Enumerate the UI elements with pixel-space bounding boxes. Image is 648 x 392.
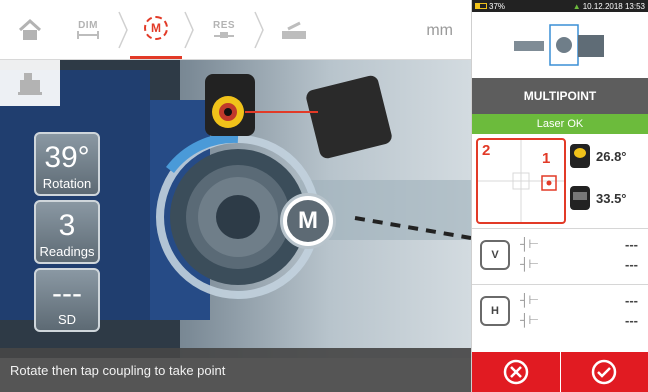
horizontal-offset-value: --- — [625, 313, 638, 328]
machine-scene: 39° Rotation 3 Readings --- SD M — [0, 60, 471, 358]
laser-status-badge: Laser OK — [472, 114, 648, 134]
battery-percent: 37% — [489, 1, 506, 11]
cancel-icon — [503, 359, 528, 385]
sensor-1-label: 1 — [542, 150, 551, 167]
machine-train-thumbnail-icon — [514, 24, 604, 66]
action-buttons — [472, 352, 648, 392]
sensor-2-reading: 33.5° — [570, 186, 627, 210]
home-icon — [18, 18, 42, 40]
cancel-button[interactable] — [472, 352, 561, 392]
step-toolbar: DIM M RES mm — [0, 0, 471, 60]
horizontal-angularity-value: --- — [625, 293, 638, 308]
home-button[interactable] — [0, 0, 60, 59]
laser-target[interactable]: 2 1 — [476, 138, 566, 224]
sensor-1-icon — [570, 144, 590, 168]
machine-thumbnail[interactable] — [472, 12, 648, 78]
vertical-results-row: V ┤⊢ ┤⊢ --- --- — [472, 228, 648, 284]
datetime: ▲ 10.12.2018 13:53 — [573, 2, 645, 11]
angularity-icon: ┤⊢ — [520, 237, 539, 251]
battery-indicator: 37% — [475, 2, 505, 11]
machine-train-button[interactable] — [0, 60, 60, 106]
sd-readout: --- SD — [34, 268, 100, 332]
sd-label: SD — [57, 312, 77, 327]
offset-icon: ┤⊢ — [520, 313, 539, 327]
move-icon — [282, 21, 306, 39]
chevron-right-icon — [116, 0, 130, 59]
target-crosshair — [478, 140, 564, 222]
sensor-2-icon — [570, 186, 590, 210]
unit-label[interactable]: mm — [426, 22, 453, 40]
status-bar: Rotate then tap coupling to take point — [0, 348, 471, 392]
move-step[interactable] — [266, 0, 322, 59]
dimensions-step[interactable]: DIM — [60, 0, 116, 59]
machine-train-icon — [18, 73, 42, 95]
sensor-panel: 2 1 26.8° 33.5° — [472, 134, 648, 228]
sensor-1-value: 26.8° — [596, 148, 627, 164]
readings-readout: 3 Readings — [34, 200, 100, 264]
battery-icon — [475, 3, 487, 9]
sensor-2-value: 33.5° — [596, 190, 627, 206]
rotation-readout: 39° Rotation — [34, 132, 100, 196]
chevron-right-icon — [182, 0, 196, 59]
vertical-angularity-value: --- — [625, 237, 638, 252]
coupling-measure-label: M — [287, 200, 329, 242]
horizontal-results-row: H ┤⊢ ┤⊢ --- --- — [472, 284, 648, 340]
sensor-1-reading: 26.8° — [570, 144, 627, 168]
results-label: RES — [212, 20, 236, 31]
status-text: Rotate then tap coupling to take point — [10, 362, 226, 378]
measure-label: M — [151, 21, 161, 35]
vertical-view-icon: V — [480, 240, 510, 270]
readings-label: Readings — [39, 244, 95, 259]
dimensions-label: DIM — [78, 20, 98, 31]
confirm-icon — [592, 359, 617, 385]
offset-icon: ┤⊢ — [520, 257, 539, 271]
results-step[interactable]: RES — [196, 0, 252, 59]
coupling-measure-button[interactable]: M — [280, 193, 336, 249]
measure-step[interactable]: M — [130, 0, 182, 59]
rotation-label: Rotation — [42, 176, 92, 191]
rotation-value: 39° — [44, 141, 90, 174]
readings-value: 3 — [58, 209, 76, 242]
results-icon — [214, 32, 234, 38]
vertical-offset-value: --- — [625, 257, 638, 272]
system-bar: 37% ▲ 10.12.2018 13:53 — [472, 0, 648, 12]
sd-value: --- — [52, 277, 82, 310]
confirm-button[interactable] — [560, 352, 648, 392]
mode-title: MULTIPOINT — [472, 78, 648, 114]
right-panel: 37% ▲ 10.12.2018 13:53 MULTIPOINT Laser … — [471, 0, 648, 392]
chevron-right-icon — [252, 0, 266, 59]
sensor-2-label: 2 — [482, 142, 491, 159]
datetime-text: 10.12.2018 13:53 — [582, 1, 645, 11]
dimensions-icon — [77, 31, 99, 39]
signal-icon: ▲ — [572, 1, 581, 11]
measure-icon: M — [144, 16, 168, 40]
angularity-icon: ┤⊢ — [520, 293, 539, 307]
horizontal-view-icon: H — [480, 296, 510, 326]
